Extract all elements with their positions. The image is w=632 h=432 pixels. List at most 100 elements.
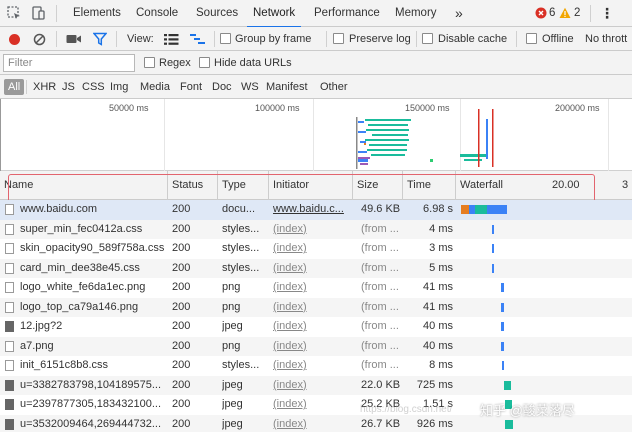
column-header-size[interactable]: Size xyxy=(353,171,378,200)
request-time: 40 ms xyxy=(423,320,453,332)
waterfall-bar[interactable] xyxy=(475,205,487,214)
type-filter-img[interactable]: Img xyxy=(110,75,128,99)
waterfall-bar[interactable] xyxy=(504,380,511,390)
error-count[interactable]: 6 xyxy=(549,0,555,27)
table-row[interactable]: logo_white_fe6da1ec.png 200 png (index) (fro… xyxy=(0,278,632,298)
network-toolbar: View: Group by frame Preserve log Disabl… xyxy=(0,27,632,51)
type-filter-other[interactable]: Other xyxy=(320,75,348,99)
request-table: www.baidu.com 200 docu... www.baidu.c... 49.… xyxy=(0,200,632,432)
request-name: logo_top_ca79a146.png xyxy=(20,300,139,313)
waterfall-bar[interactable] xyxy=(461,205,469,214)
offline-checkbox[interactable] xyxy=(526,33,537,44)
waterfall-bar[interactable] xyxy=(502,361,504,370)
request-initiator[interactable]: (index) xyxy=(273,220,351,240)
request-initiator[interactable]: (index) xyxy=(273,356,351,376)
type-filter-xhr[interactable]: XHR xyxy=(33,75,56,99)
column-header-type[interactable]: Type xyxy=(218,171,246,200)
error-icon[interactable] xyxy=(535,7,547,19)
type-filter-all[interactable]: All xyxy=(4,79,25,95)
group-by-frame-checkbox[interactable] xyxy=(220,33,231,44)
divider xyxy=(116,31,117,47)
table-row[interactable]: init_6151c8b8.css 200 styles... (index) (fro… xyxy=(0,356,632,376)
inspect-element-icon[interactable] xyxy=(6,5,22,21)
warning-count[interactable]: 2 xyxy=(574,0,580,27)
request-size: (from ... xyxy=(361,339,399,352)
table-row[interactable]: super_min_fec0412a.css 200 styles... (index… xyxy=(0,219,632,240)
tab-console[interactable]: Console xyxy=(136,0,178,27)
timeline-overview[interactable]: 50000 ms 100000 ms 150000 ms 200000 ms xyxy=(0,99,632,171)
type-filter-js[interactable]: JS xyxy=(62,75,75,99)
more-tabs-button[interactable]: » xyxy=(455,0,463,27)
device-toolbar-icon[interactable] xyxy=(30,5,46,21)
waterfall-bar[interactable] xyxy=(492,263,494,273)
request-size: 49.6 KB xyxy=(361,203,401,215)
request-initiator[interactable]: (index) xyxy=(273,259,351,279)
menu-icon[interactable]: ⋮ xyxy=(600,0,614,27)
type-filter-manifest[interactable]: Manifest xyxy=(266,75,308,99)
table-row[interactable]: 12.jpg?2 200 jpeg (index) (from ... 40 ms xyxy=(0,317,632,337)
table-row[interactable]: www.baidu.com 200 docu... www.baidu.c... 49.… xyxy=(0,200,632,220)
tab-elements[interactable]: Elements xyxy=(73,0,121,27)
waterfall-bar[interactable] xyxy=(501,302,504,312)
tab-performance[interactable]: Performance xyxy=(314,0,380,27)
type-filter-font[interactable]: Font xyxy=(180,75,202,99)
overview-activity-graph xyxy=(0,99,494,171)
column-header-name[interactable]: Name xyxy=(0,171,33,200)
clear-icon[interactable] xyxy=(33,33,46,46)
waterfall-bar[interactable] xyxy=(492,224,494,234)
request-initiator[interactable]: (index) xyxy=(273,337,351,357)
document-file-icon xyxy=(5,262,14,274)
table-row[interactable]: logo_top_ca79a146.png 200 png (index) (from … xyxy=(0,297,632,318)
column-header-status[interactable]: Status xyxy=(168,171,203,200)
throttling-select[interactable]: No thrott xyxy=(585,27,627,51)
waterfall-bar[interactable] xyxy=(492,244,494,253)
table-row[interactable]: a7.png 200 png (index) (from ... 40 ms xyxy=(0,336,632,357)
document-file-icon xyxy=(5,204,14,215)
waterfall-bar[interactable] xyxy=(505,419,513,429)
type-filter-doc[interactable]: Doc xyxy=(212,75,232,99)
request-initiator[interactable]: (index) xyxy=(273,278,351,298)
disable-cache-checkbox[interactable] xyxy=(422,33,433,44)
filter-icon[interactable] xyxy=(93,32,107,46)
preserve-log-label: Preserve log xyxy=(349,33,411,45)
request-name: init_6151c8b8.css xyxy=(20,359,109,371)
tab-memory[interactable]: Memory xyxy=(395,0,437,27)
document-file-icon xyxy=(5,243,14,254)
large-rows-icon[interactable] xyxy=(164,34,179,45)
waterfall-bar[interactable] xyxy=(501,283,504,292)
request-initiator[interactable]: (index) xyxy=(273,415,351,432)
tab-sources[interactable]: Sources xyxy=(196,0,238,27)
divider xyxy=(214,31,215,47)
hide-data-urls-checkbox[interactable] xyxy=(199,57,210,68)
image-file-icon xyxy=(5,321,14,332)
preserve-log-checkbox[interactable] xyxy=(333,33,344,44)
request-initiator[interactable]: (index) xyxy=(273,317,351,337)
request-status: 200 xyxy=(172,339,191,352)
tab-network[interactable]: Network xyxy=(246,0,302,28)
filter-input[interactable] xyxy=(3,54,135,72)
record-icon[interactable] xyxy=(8,33,21,46)
type-filter-ws[interactable]: WS xyxy=(241,75,259,99)
waterfall-bar[interactable] xyxy=(501,322,504,331)
column-header-time[interactable]: Time xyxy=(403,171,431,200)
waterfall-bar[interactable] xyxy=(501,341,504,351)
warning-icon[interactable] xyxy=(559,7,571,19)
waterfall-view-icon[interactable] xyxy=(190,33,206,46)
column-header-initiator[interactable]: Initiator xyxy=(269,171,309,200)
request-initiator[interactable]: (index) xyxy=(273,298,351,318)
regex-checkbox[interactable] xyxy=(144,57,155,68)
type-filter-css[interactable]: CSS xyxy=(82,75,105,99)
capture-screenshots-icon[interactable] xyxy=(66,33,82,45)
table-row[interactable]: card_min_dee38e45.css 200 styles... (index)… xyxy=(0,258,632,279)
column-header-waterfall[interactable]: Waterfall xyxy=(456,171,503,200)
request-type: jpeg xyxy=(222,417,243,430)
waterfall-bar[interactable] xyxy=(487,205,507,214)
type-filter-media[interactable]: Media xyxy=(140,75,170,99)
request-initiator[interactable]: (index) xyxy=(273,376,351,396)
request-initiator[interactable]: (index) xyxy=(273,239,351,259)
request-initiator[interactable]: www.baidu.c... xyxy=(273,200,351,220)
request-initiator[interactable]: (index) xyxy=(273,395,351,415)
table-row[interactable]: u=3382783798,104189575... 200 jpeg (index) 2… xyxy=(0,375,632,396)
request-type: jpeg xyxy=(222,378,243,391)
table-row[interactable]: skin_opacity90_589f758a.css 200 styles... (… xyxy=(0,239,632,259)
